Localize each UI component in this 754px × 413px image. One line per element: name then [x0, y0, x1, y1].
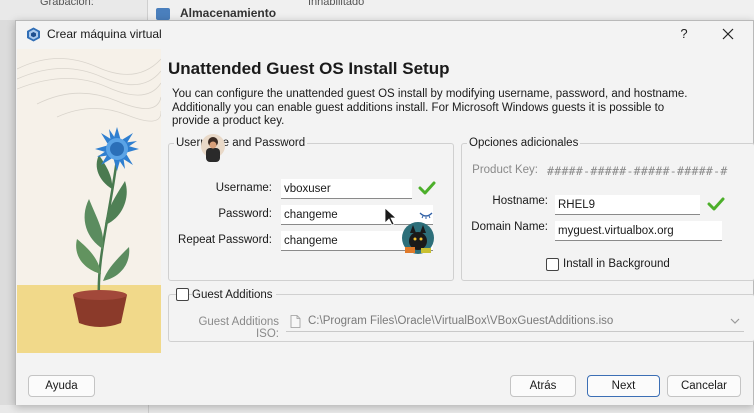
cat-avatar — [402, 222, 434, 254]
guest-additions-iso-label: Guest Additions ISO: — [198, 316, 279, 340]
user-avatar — [201, 134, 225, 162]
guest-additions-iso-select[interactable]: C:\Program Files\Oracle\VirtualBox\VBoxG… — [286, 312, 744, 332]
username-password-group-title: Username and Password — [174, 137, 308, 149]
guest-additions-iso-path: C:\Program Files\Oracle\VirtualBox\VBoxG… — [308, 315, 614, 327]
back-button[interactable]: Atrás — [510, 375, 576, 397]
help-title-button[interactable]: ? — [674, 24, 694, 44]
file-icon — [290, 315, 301, 328]
eye-icon[interactable] — [419, 211, 433, 219]
chevron-down-icon — [730, 318, 740, 324]
product-key-label: Product Key: — [472, 164, 538, 176]
domain-name-field[interactable] — [555, 221, 722, 241]
background-value-disabled: Inhabilitado — [308, 0, 365, 8]
domain-name-label: Domain Name: — [471, 221, 548, 233]
page-heading: Unattended Guest OS Install Setup — [168, 59, 450, 78]
password-label: Password: — [218, 208, 272, 220]
dialog-footer: Ayuda Atrás Next Cancelar — [16, 365, 753, 405]
install-in-background-label: Install in Background — [563, 258, 670, 270]
install-in-background-checkbox[interactable] — [546, 258, 559, 271]
background-app: Grabación: Almacenamiento Inhabilitado — [0, 0, 754, 20]
hostname-label: Hostname: — [492, 195, 548, 207]
next-button[interactable]: Next — [587, 375, 660, 397]
dialog-titlebar: Crear máquina virtual ? — [16, 21, 753, 48]
wizard-illustration — [17, 49, 161, 353]
background-bottom — [0, 405, 754, 413]
background-label-recording: Grabación: — [40, 0, 94, 8]
cancel-button[interactable]: Cancelar — [667, 375, 741, 397]
hostname-field[interactable] — [555, 195, 700, 215]
username-label: Username: — [215, 182, 272, 194]
mouse-cursor-icon — [384, 207, 398, 226]
username-field[interactable] — [281, 179, 412, 199]
username-valid-check-icon — [418, 181, 436, 195]
close-icon[interactable] — [716, 24, 740, 44]
virtualbox-icon — [27, 27, 40, 42]
hostname-valid-check-icon — [707, 197, 725, 211]
page-description: You can configure the unattended guest O… — [172, 88, 688, 127]
help-button[interactable]: Ayuda — [28, 375, 95, 397]
guest-additions-checkbox[interactable] — [176, 288, 189, 301]
product-key-field: #####-#####-#####-#####-# — [547, 164, 728, 178]
additional-options-group-title: Opciones adicionales — [467, 137, 581, 149]
repeat-password-label: Repeat Password: — [178, 234, 272, 246]
dialog-title: Crear máquina virtual — [47, 27, 162, 41]
create-vm-dialog: Crear máquina virtual ? Unattended Guest… — [15, 20, 754, 405]
storage-icon — [156, 8, 170, 20]
background-section-storage: Almacenamiento — [180, 6, 277, 20]
guest-additions-label: Guest Additions — [192, 289, 276, 301]
